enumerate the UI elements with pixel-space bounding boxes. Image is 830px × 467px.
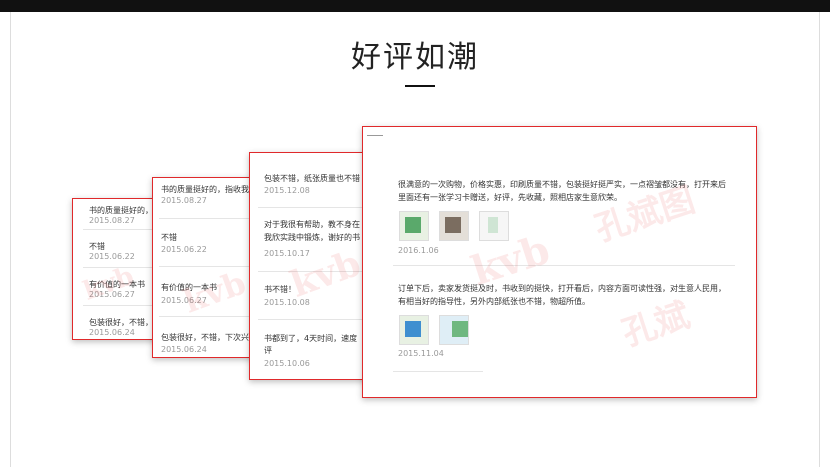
divider: [393, 371, 483, 372]
review-text: 包装不错，纸张质量也不错: [264, 174, 360, 183]
review-card-4[interactable]: 很满意的一次购物，价格实惠，印刷质量不错，包装挺好挺严实，一点褶皱都没有，打开来…: [362, 126, 757, 398]
title-underline: [405, 85, 435, 87]
review-date: 2015.06.22: [161, 245, 207, 254]
review-text-line2: 我欣实践中锻炼，谢好的书: [264, 233, 360, 242]
review-date: 2016.1.06: [398, 246, 439, 255]
review-date: 2015.11.04: [398, 349, 444, 358]
review-photo[interactable]: [439, 211, 469, 241]
divider: [258, 207, 362, 208]
divider: [159, 218, 251, 219]
review-date: 2015.06.24: [89, 328, 135, 337]
divider: [393, 265, 735, 266]
review-text: 书的质量挺好的，指收我: [161, 185, 249, 194]
review-text: 不错: [89, 242, 105, 251]
divider: [159, 316, 251, 317]
left-guide-line: [10, 12, 11, 467]
review-card-3[interactable]: 包装不错，纸张质量也不错 2015.12.08 对于我很有帮助，教不身在 我欣实…: [249, 152, 371, 380]
review-text: 不错: [161, 233, 177, 242]
review-date: 2015.12.08: [264, 186, 310, 195]
page-title: 好评如潮: [351, 40, 479, 75]
watermark-logo: kvb: [178, 263, 251, 321]
review-text: 对于我很有帮助，教不身在: [264, 220, 360, 229]
review-text: 书都到了，4天时间，速度: [264, 334, 358, 343]
review-text: 包装很好，不错，下次兴: [161, 333, 249, 342]
review-photo[interactable]: [399, 315, 429, 345]
review-date: 2015.08.27: [89, 216, 135, 225]
right-guide-line: [819, 12, 820, 467]
review-date: 2015.06.24: [161, 345, 207, 354]
divider: [83, 229, 153, 230]
card-corner-mark: [367, 135, 383, 136]
review-date: 2015.10.06: [264, 359, 310, 368]
watermark-stamp: 孔斌: [617, 295, 695, 355]
top-bar: [0, 0, 830, 12]
review-date: 2015.06.22: [89, 252, 135, 261]
review-text-line2: 评: [264, 346, 272, 355]
review-photo[interactable]: [399, 211, 429, 241]
divider: [258, 319, 362, 320]
review-card-1[interactable]: 书的质量挺好的，指收 2015.08.27 不错 2015.06.22 有价值的…: [72, 198, 162, 340]
review-date: 2015.10.17: [264, 249, 310, 258]
review-text-line2: 里面还有一张学习卡赠送，好评，先收藏，照相店家生意欣荣。: [398, 193, 622, 202]
review-photo[interactable]: [439, 315, 469, 345]
review-card-2[interactable]: 书的质量挺好的，指收我 2015.08.27 不错 2015.06.22 有价值…: [152, 177, 259, 358]
review-text-line2: 有相当好的指导性，另外内部纸张也不错，物超所值。: [398, 297, 590, 306]
review-date: 2015.08.27: [161, 196, 207, 205]
